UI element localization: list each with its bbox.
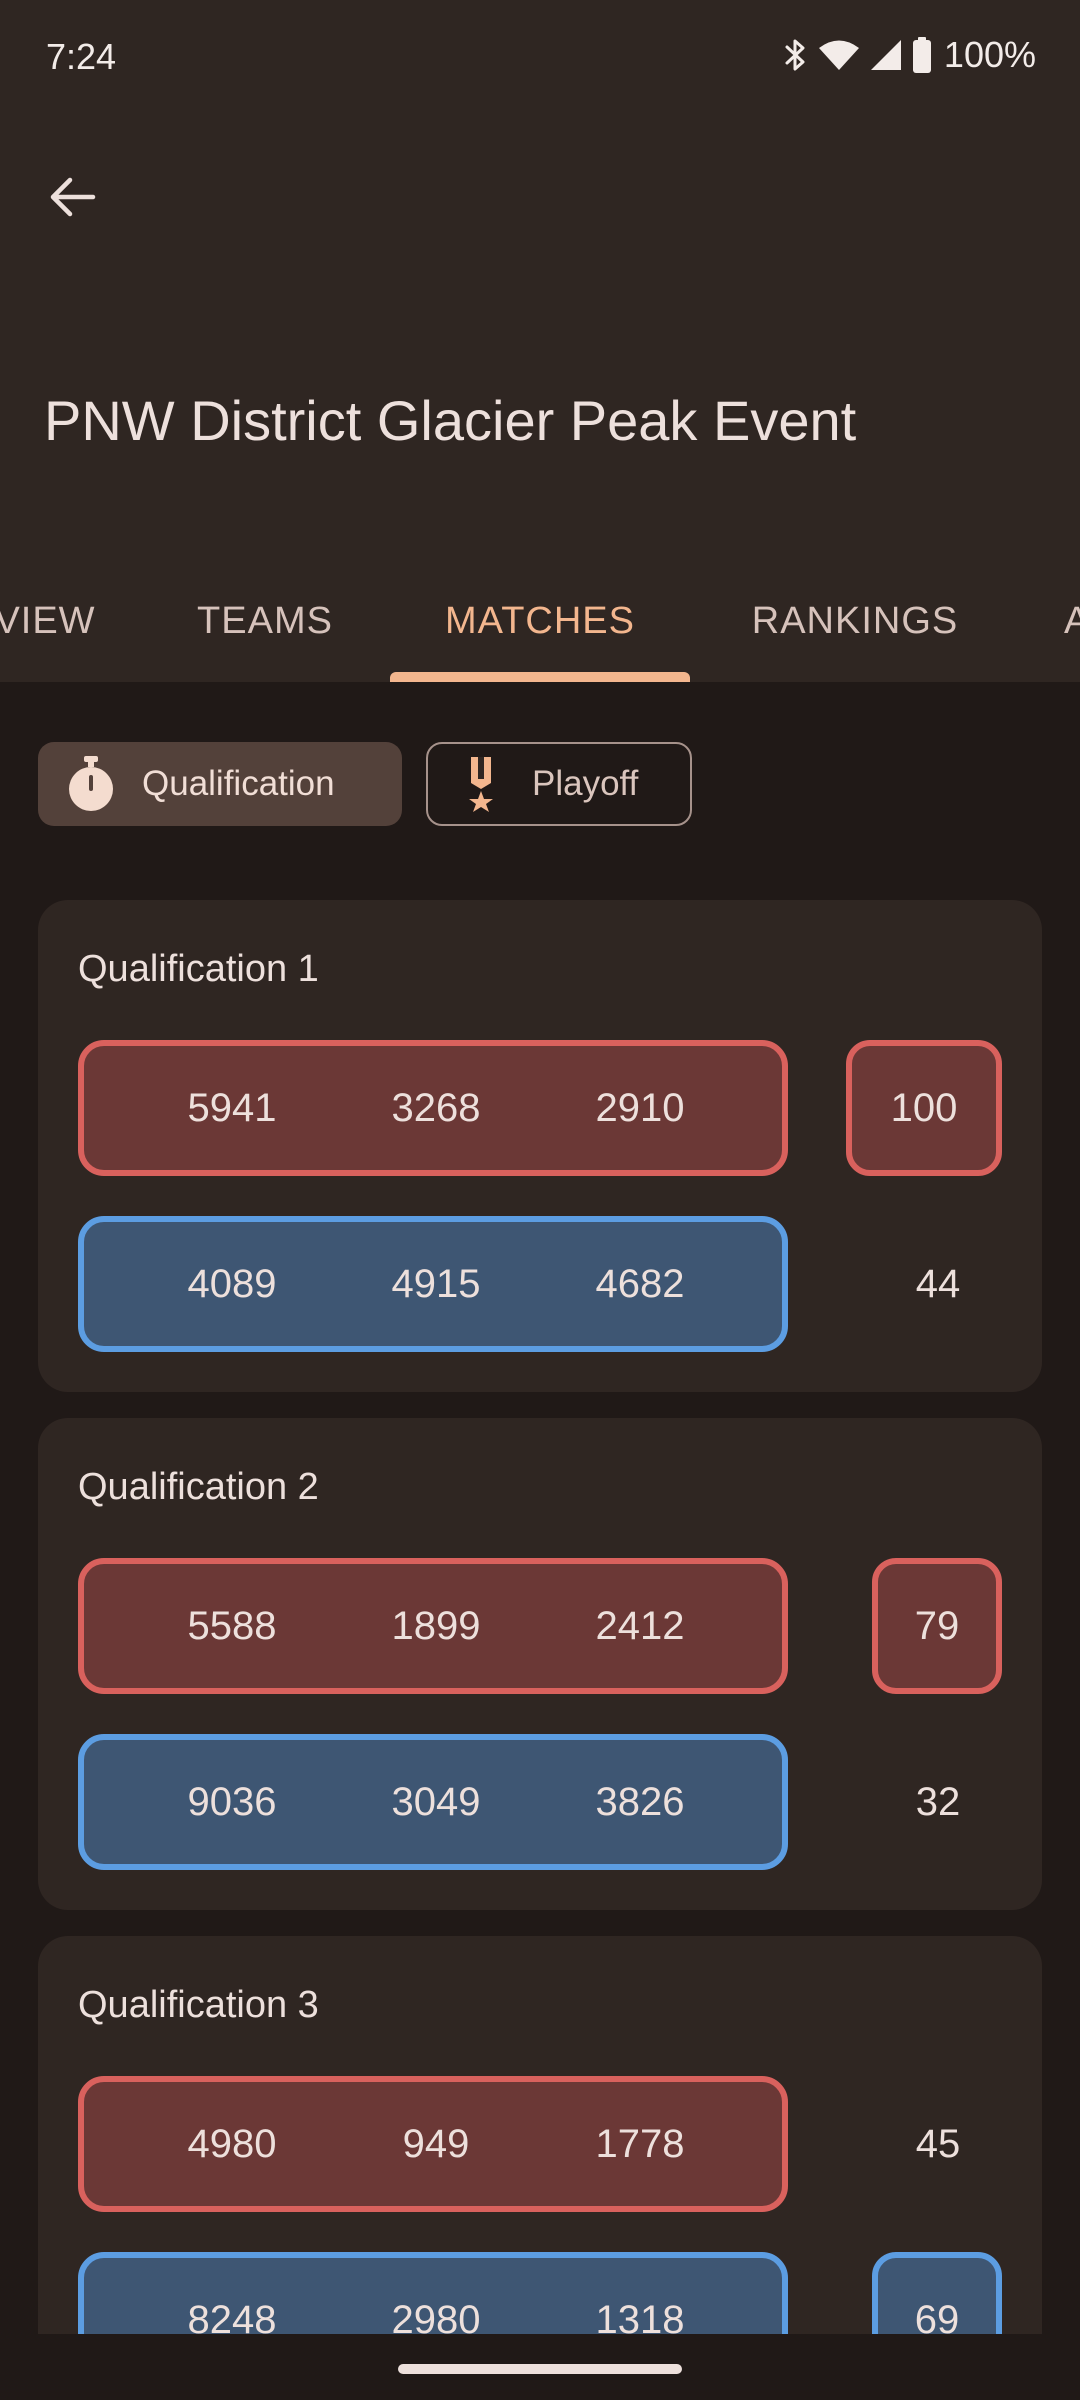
blue-score: 32 bbox=[915, 1780, 961, 1824]
wifi-icon bbox=[818, 39, 860, 71]
tab-teams[interactable]: TEAMS bbox=[160, 560, 370, 682]
red-alliance: 4980 949 1778 bbox=[78, 2076, 788, 2212]
team-number[interactable]: 5588 bbox=[142, 1564, 322, 1688]
team-number[interactable]: 8248 bbox=[142, 2258, 322, 2334]
page-title: PNW District Glacier Peak Event bbox=[44, 389, 857, 452]
team-number[interactable]: 4980 bbox=[142, 2082, 322, 2206]
team-number[interactable]: 1899 bbox=[346, 1564, 526, 1688]
tab-indicator bbox=[390, 672, 690, 682]
match-title: Qualification 3 bbox=[78, 1984, 319, 2026]
red-alliance: 5588 1899 2412 bbox=[78, 1558, 788, 1694]
team-number[interactable]: 5941 bbox=[142, 1046, 322, 1170]
match-card[interactable]: Qualification 2 5588 1899 2412 79 9036 3… bbox=[38, 1418, 1042, 1910]
match-card[interactable]: Qualification 1 5941 3268 2910 100 4089 … bbox=[38, 900, 1042, 1392]
battery-icon bbox=[912, 37, 932, 73]
match-title: Qualification 2 bbox=[78, 1466, 319, 1508]
cellular-signal-icon bbox=[870, 39, 902, 71]
blue-alliance: 8248 2980 1318 bbox=[78, 2252, 788, 2334]
blue-alliance: 9036 3049 3826 bbox=[78, 1734, 788, 1870]
team-number[interactable]: 3049 bbox=[346, 1740, 526, 1864]
tab-rankings[interactable]: RANKINGS bbox=[710, 560, 1000, 682]
home-gesture-handle[interactable] bbox=[398, 2364, 682, 2374]
match-title: Qualification 1 bbox=[78, 948, 319, 990]
team-number[interactable]: 4682 bbox=[550, 1222, 730, 1346]
blue-score: 69 bbox=[872, 2252, 1002, 2334]
status-bar: 7:24 100% bbox=[0, 0, 1080, 118]
tab-overview[interactable]: VIEW bbox=[0, 560, 100, 682]
team-number[interactable]: 3268 bbox=[346, 1046, 526, 1170]
team-number[interactable]: 949 bbox=[346, 2082, 526, 2206]
red-alliance: 5941 3268 2910 bbox=[78, 1040, 788, 1176]
battery-percentage: 100% bbox=[943, 34, 1036, 75]
team-number[interactable]: 4915 bbox=[346, 1222, 526, 1346]
match-card[interactable]: Qualification 3 4980 949 1778 45 8248 29… bbox=[38, 1936, 1042, 2334]
match-list[interactable]: Qualification 1 5941 3268 2910 100 4089 … bbox=[0, 682, 1080, 2334]
tab-matches[interactable]: MATCHES bbox=[390, 560, 690, 682]
red-score: 79 bbox=[872, 1558, 1002, 1694]
team-number[interactable]: 3826 bbox=[550, 1740, 730, 1864]
tab-bar: VIEW TEAMS MATCHES RANKINGS A bbox=[0, 560, 1080, 682]
tab-awards[interactable]: A bbox=[1064, 560, 1080, 682]
team-number[interactable]: 1778 bbox=[550, 2082, 730, 2206]
status-icons: 100% bbox=[784, 34, 1036, 76]
team-number[interactable]: 2910 bbox=[550, 1046, 730, 1170]
team-number[interactable]: 2980 bbox=[346, 2258, 526, 2334]
blue-alliance: 4089 4915 4682 bbox=[78, 1216, 788, 1352]
team-number[interactable]: 9036 bbox=[142, 1740, 322, 1864]
arrow-left-icon bbox=[50, 176, 96, 223]
bluetooth-icon bbox=[784, 38, 808, 72]
status-time: 7:24 bbox=[46, 36, 117, 77]
team-number[interactable]: 2412 bbox=[550, 1564, 730, 1688]
team-number[interactable]: 4089 bbox=[142, 1222, 322, 1346]
blue-score: 44 bbox=[915, 1262, 961, 1306]
back-button[interactable] bbox=[38, 164, 108, 234]
team-number[interactable]: 1318 bbox=[550, 2258, 730, 2334]
red-score: 45 bbox=[915, 2122, 961, 2166]
red-score: 100 bbox=[846, 1040, 1002, 1176]
